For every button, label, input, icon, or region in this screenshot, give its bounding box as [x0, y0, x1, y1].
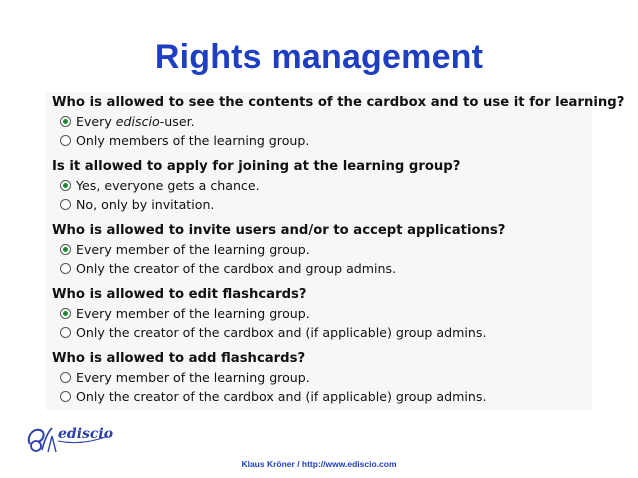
radio-selected-icon[interactable] — [60, 179, 71, 191]
option-creator-admins-edit[interactable]: Only the creator of the cardbox and (if … — [60, 324, 486, 340]
radio-selected-icon[interactable] — [60, 115, 71, 127]
radio-unselected-icon[interactable] — [60, 371, 71, 383]
option-every-member-invite[interactable]: Every member of the learning group. — [60, 241, 310, 257]
radio-selected-icon[interactable] — [60, 307, 71, 319]
logo-text: ediscio — [58, 426, 113, 442]
question-edit-flashcards: Who is allowed to edit flashcards? — [52, 287, 307, 302]
option-label: No, only by invitation. — [76, 196, 215, 212]
option-creator-admins-invite[interactable]: Only the creator of the cardbox and grou… — [60, 260, 396, 276]
option-label: Every member of the learning group. — [76, 305, 310, 321]
radio-selected-icon[interactable] — [60, 243, 71, 255]
option-label-prefix: Every — [76, 113, 116, 129]
option-label-brand: ediscio — [115, 113, 160, 129]
option-every-member-add[interactable]: Every member of the learning group. — [60, 369, 310, 385]
option-label: Only the creator of the cardbox and grou… — [76, 260, 397, 276]
option-label: Yes, everyone gets a chance. — [76, 177, 260, 193]
question-apply-joining: Is it allowed to apply for joining at th… — [52, 159, 461, 174]
footer-credit: Klaus Kröner / http://www.ediscio.com — [241, 459, 397, 469]
option-every-member-edit[interactable]: Every member of the learning group. — [60, 305, 310, 321]
option-label: Only members of the learning group. — [76, 132, 310, 148]
option-only-invitation[interactable]: No, only by invitation. — [60, 196, 214, 212]
option-label: Only the creator of the cardbox and (if … — [76, 324, 487, 340]
radio-unselected-icon[interactable] — [60, 326, 71, 338]
option-everyone-chance[interactable]: Yes, everyone gets a chance. — [60, 177, 260, 193]
option-label: Every ediscio-user. — [76, 114, 195, 129]
slide-title: Rights management — [154, 38, 484, 76]
option-creator-admins-add[interactable]: Only the creator of the cardbox and (if … — [60, 388, 486, 404]
ediscio-logo: ediscio — [27, 426, 113, 453]
option-label: Every member of the learning group. — [76, 241, 310, 257]
option-label-suffix: -user. — [159, 113, 195, 129]
question-see-contents: Who is allowed to see the contents of th… — [52, 95, 625, 110]
radio-unselected-icon[interactable] — [60, 134, 71, 146]
option-only-members[interactable]: Only members of the learning group. — [60, 132, 309, 148]
option-label: Every member of the learning group. — [76, 369, 310, 385]
radio-unselected-icon[interactable] — [60, 262, 71, 274]
question-add-flashcards: Who is allowed to add flashcards? — [52, 351, 306, 366]
radio-unselected-icon[interactable] — [60, 390, 71, 402]
radio-unselected-icon[interactable] — [60, 198, 71, 210]
question-invite-users: Who is allowed to invite users and/or to… — [52, 223, 506, 238]
option-label: Only the creator of the cardbox and (if … — [76, 388, 487, 404]
option-every-user[interactable]: Every ediscio-user. — [60, 113, 195, 129]
